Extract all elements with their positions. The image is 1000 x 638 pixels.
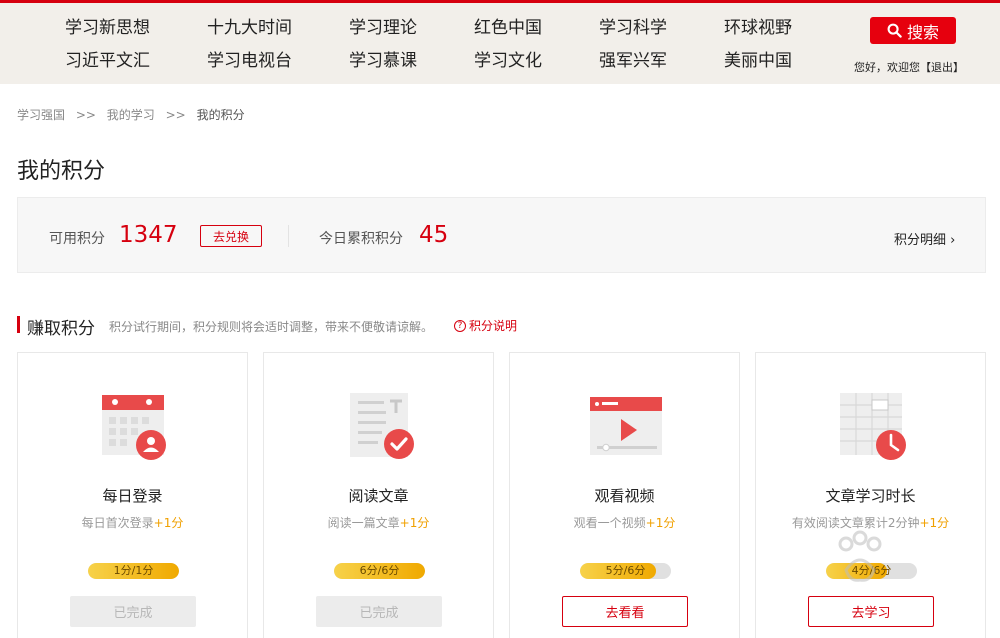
task-completed-button: 已完成	[316, 596, 442, 627]
task-title: 观看视频	[594, 487, 655, 505]
task-title: 阅读文章	[348, 487, 409, 505]
nav-grid: 学习新思想 十九大时间 学习理论 红色中国 学习科学 环球视野 习近平文汇 学习…	[45, 17, 804, 73]
breadcrumb-current: 我的积分	[196, 108, 245, 122]
user-greeting: 您好，欢迎您	[854, 61, 920, 74]
logout-link[interactable]: 【退出】	[920, 61, 964, 74]
task-title: 文章学习时长	[825, 487, 916, 505]
nav-item-xuexi-dianshitai[interactable]: 学习电视台	[187, 50, 329, 73]
task-progress-bar: 6分/6分	[334, 563, 425, 579]
score-summary-panel: 可用积分 1347 去兑换 今日累积积分 45 积分明细 ›	[17, 197, 986, 273]
points-rules-link[interactable]: ? 积分说明	[454, 317, 517, 334]
breadcrumb: 学习强国 >> 我的学习 >> 我的积分	[17, 106, 245, 123]
score-divider	[288, 225, 289, 247]
breadcrumb-separator: >>	[75, 108, 96, 122]
nav-item-qiangjun-xingjun[interactable]: 强军兴军	[579, 50, 704, 73]
question-circle-icon: ?	[454, 319, 466, 332]
nav-item-shijiuda-shijian[interactable]: 十九大时间	[187, 17, 329, 40]
task-card-read-article: 阅读文章 阅读一篇文章+1分 6分/6分 已完成	[263, 352, 494, 638]
nav-item-xuexi-lilun[interactable]: 学习理论	[329, 17, 454, 40]
nav-item-xuexi-wenhua[interactable]: 学习文化	[454, 50, 579, 73]
today-score-value: 45	[419, 222, 449, 248]
points-rules-label: 积分说明	[469, 319, 518, 333]
go-watch-button[interactable]: 去看看	[562, 596, 688, 627]
task-description: 每日首次登录+1分	[81, 516, 184, 530]
calendar-user-icon	[102, 395, 166, 460]
search-icon	[887, 23, 902, 38]
score-detail-link[interactable]: 积分明细 ›	[894, 229, 955, 248]
search-button-label: 搜索	[906, 22, 939, 42]
nav-item-xuexi-xinsixiang[interactable]: 学习新思想	[45, 17, 187, 40]
search-button[interactable]: 搜索	[870, 17, 956, 44]
task-progress-text: 1分/1分	[113, 564, 154, 577]
task-progress-text: 6分/6分	[359, 564, 400, 577]
nav-item-meili-zhongguo[interactable]: 美丽中国	[704, 50, 804, 73]
available-score-label: 可用积分	[49, 231, 105, 247]
clock-grid-icon	[840, 393, 906, 460]
task-description: 观看一个视频+1分	[573, 516, 676, 530]
nav-item-xijinping-wenhui[interactable]: 习近平文汇	[45, 50, 187, 73]
nav-item-hongse-zhongguo[interactable]: 红色中国	[454, 17, 579, 40]
task-title: 每日登录	[102, 487, 163, 505]
nav-item-huanqiu-shiye[interactable]: 环球视野	[704, 17, 804, 40]
section-accent-bar	[17, 316, 20, 333]
article-check-icon	[350, 393, 414, 459]
exchange-button[interactable]: 去兑换	[200, 225, 262, 247]
breadcrumb-home[interactable]: 学习强国	[17, 108, 65, 122]
nav-item-xuexi-kexue[interactable]: 学习科学	[579, 17, 704, 40]
breadcrumb-separator: >>	[165, 108, 186, 122]
task-progress-bar: 5分/6分	[580, 563, 671, 579]
task-progress-bar: 1分/1分	[88, 563, 179, 579]
available-score-value: 1347	[119, 222, 178, 248]
baidu-paw-watermark-icon	[838, 530, 882, 582]
earn-points-title: 赚取积分	[27, 319, 95, 339]
video-play-icon	[590, 397, 662, 455]
task-completed-button: 已完成	[70, 596, 196, 627]
task-description: 阅读一篇文章+1分	[327, 516, 430, 530]
top-navigation-bar: 学习新思想 十九大时间 学习理论 红色中国 学习科学 环球视野 习近平文汇 学习…	[0, 0, 1000, 84]
breadcrumb-my-study[interactable]: 我的学习	[107, 108, 155, 122]
task-card-daily-login: 每日登录 每日首次登录+1分 1分/1分 已完成	[17, 352, 248, 638]
user-greeting-line: 您好，欢迎您【退出】	[854, 59, 964, 75]
task-progress-text: 5分/6分	[605, 564, 646, 577]
page-title: 我的积分	[17, 159, 106, 184]
nav-item-xuexi-muke[interactable]: 学习慕课	[329, 50, 454, 73]
earn-points-note: 积分试行期间，积分规则将会适时调整，带来不便敬请谅解。	[109, 320, 434, 334]
task-description: 有效阅读文章累计2分钟+1分	[791, 516, 950, 530]
today-score-label: 今日累积积分	[319, 231, 403, 247]
task-card-watch-video: 观看视频 观看一个视频+1分 5分/6分 去看看	[509, 352, 740, 638]
